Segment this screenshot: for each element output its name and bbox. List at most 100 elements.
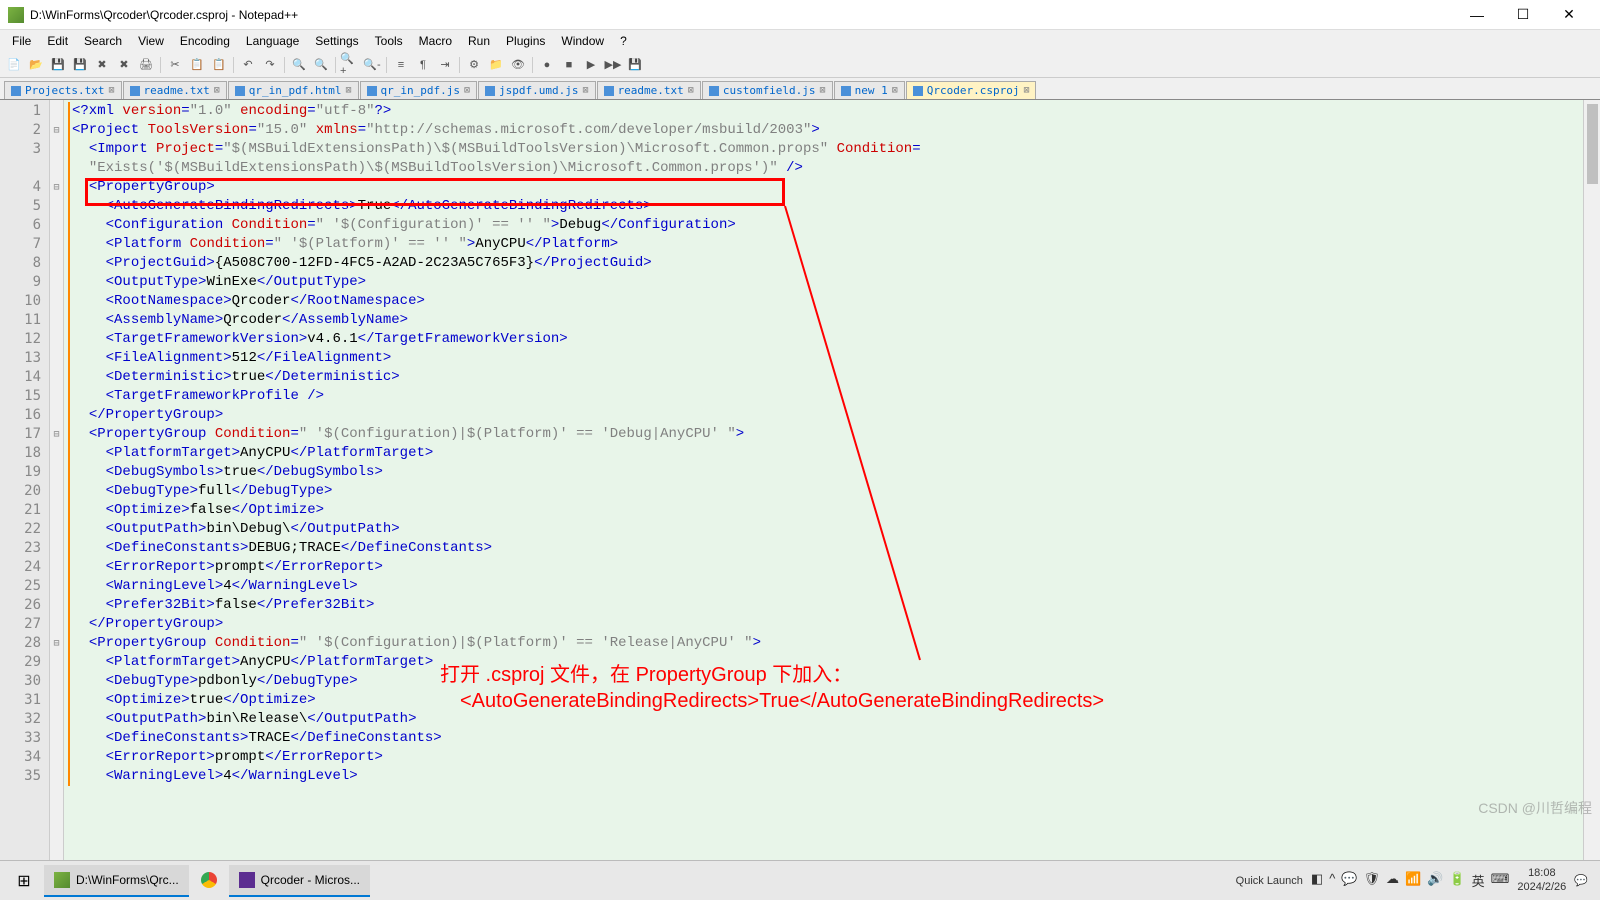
tab-close-icon[interactable]: ⊠ <box>108 85 114 96</box>
new-file-icon[interactable]: 📄 <box>4 55 24 75</box>
save-all-icon[interactable]: 💾 <box>70 55 90 75</box>
file-icon <box>485 86 495 96</box>
minimize-button[interactable]: — <box>1454 0 1500 30</box>
file-tab[interactable]: customfield.js⊠ <box>702 81 833 99</box>
file-tab[interactable]: readme.txt⊠ <box>597 81 701 99</box>
tab-close-icon[interactable]: ⊠ <box>346 85 352 96</box>
tray-volume-icon[interactable]: 🔊 <box>1427 871 1443 890</box>
menu-edit[interactable]: Edit <box>39 32 76 50</box>
vertical-scrollbar[interactable] <box>1583 100 1600 860</box>
indent-guide-icon[interactable]: ⇥ <box>435 55 455 75</box>
fold-column[interactable]: ⊟⊟⊟⊟ <box>50 100 64 860</box>
file-tab[interactable]: Qrcoder.csproj⊠ <box>906 81 1037 99</box>
tray-network-icon[interactable]: 📶 <box>1405 871 1421 890</box>
file-tab[interactable]: qr_in_pdf.html⊠ <box>228 81 359 99</box>
file-tab[interactable]: new 1⊠ <box>834 81 905 99</box>
code-editor[interactable]: <?xml version="1.0" encoding="utf-8"?><P… <box>64 100 1583 860</box>
app-icon <box>8 7 24 23</box>
tray-shield-icon[interactable]: 🛡 <box>1364 871 1381 890</box>
open-file-icon[interactable]: 📂 <box>26 55 46 75</box>
play-multi-icon[interactable]: ▶▶ <box>603 55 623 75</box>
tab-close-icon[interactable]: ⊠ <box>892 85 898 96</box>
notepadpp-icon <box>54 872 70 888</box>
menu-language[interactable]: Language <box>238 32 307 50</box>
taskbar-item-chrome[interactable] <box>191 865 227 897</box>
menu-tools[interactable]: Tools <box>367 32 411 50</box>
tray-chevron-icon[interactable]: ^ <box>1329 871 1335 890</box>
stop-icon[interactable]: ■ <box>559 55 579 75</box>
file-icon <box>367 86 377 96</box>
copy-icon[interactable]: 📋 <box>187 55 207 75</box>
file-tab[interactable]: Projects.txt⊠ <box>4 81 122 99</box>
taskbar-item-vs[interactable]: Qrcoder - Micros... <box>229 865 370 897</box>
file-tab[interactable]: qr_in_pdf.js⊠ <box>360 81 478 99</box>
tab-close-icon[interactable]: ⊠ <box>214 85 220 96</box>
tab-close-icon[interactable]: ⊠ <box>820 85 826 96</box>
cut-icon[interactable]: ✂ <box>165 55 185 75</box>
folder-icon[interactable]: 📁 <box>486 55 506 75</box>
menu-plugins[interactable]: Plugins <box>498 32 553 50</box>
tray-wechat-icon[interactable]: 💬 <box>1341 871 1357 890</box>
tabbar: Projects.txt⊠readme.txt⊠qr_in_pdf.html⊠q… <box>0 78 1600 100</box>
function-list-icon[interactable]: ⚙ <box>464 55 484 75</box>
menu-run[interactable]: Run <box>460 32 498 50</box>
save-icon[interactable]: 💾 <box>48 55 68 75</box>
word-wrap-icon[interactable]: ≡ <box>391 55 411 75</box>
menu-search[interactable]: Search <box>76 32 130 50</box>
clock[interactable]: 18:08 2024/2/26 <box>1517 867 1566 893</box>
tab-close-icon[interactable]: ⊠ <box>1023 85 1029 96</box>
window-title: D:\WinForms\Qrcoder\Qrcoder.csproj - Not… <box>30 8 1454 22</box>
tab-close-icon[interactable]: ⊠ <box>688 85 694 96</box>
file-tab[interactable]: readme.txt⊠ <box>123 81 227 99</box>
replace-icon[interactable]: 🔍 <box>311 55 331 75</box>
tray-battery-icon[interactable]: 🔋 <box>1449 871 1465 890</box>
close-file-icon[interactable]: ✖ <box>92 55 112 75</box>
undo-icon[interactable]: ↶ <box>238 55 258 75</box>
menu-file[interactable]: File <box>4 32 39 50</box>
paste-icon[interactable]: 📋 <box>209 55 229 75</box>
play-icon[interactable]: ▶ <box>581 55 601 75</box>
quick-launch-label[interactable]: Quick Launch <box>1236 875 1303 887</box>
menubar: FileEditSearchViewEncodingLanguageSettin… <box>0 30 1600 52</box>
file-icon <box>235 86 245 96</box>
notification-icon[interactable]: 💬 <box>1574 874 1588 887</box>
editor-area: 1234567891011121314151617181920212223242… <box>0 100 1600 860</box>
visual-studio-icon <box>239 872 255 888</box>
titlebar: D:\WinForms\Qrcoder\Qrcoder.csproj - Not… <box>0 0 1600 30</box>
taskbar-item-notepadpp[interactable]: D:\WinForms\Qrc... <box>44 865 189 897</box>
redo-icon[interactable]: ↷ <box>260 55 280 75</box>
maximize-button[interactable]: ☐ <box>1500 0 1546 30</box>
tray-keyboard-icon[interactable]: ⌨ <box>1491 871 1510 890</box>
taskbar: ⊞ D:\WinForms\Qrc... Qrcoder - Micros...… <box>0 860 1600 900</box>
file-icon <box>841 86 851 96</box>
record-icon[interactable]: ● <box>537 55 557 75</box>
chrome-icon <box>201 872 217 888</box>
tab-close-icon[interactable]: ⊠ <box>583 85 589 96</box>
print-icon[interactable]: 🖨 <box>136 55 156 75</box>
save-macro-icon[interactable]: 💾 <box>625 55 645 75</box>
monitor-icon[interactable]: 👁 <box>508 55 528 75</box>
line-number-gutter: 1234567891011121314151617181920212223242… <box>0 100 50 860</box>
file-icon <box>130 86 140 96</box>
menu-view[interactable]: View <box>130 32 172 50</box>
menu-macro[interactable]: Macro <box>411 32 460 50</box>
close-all-icon[interactable]: ✖ <box>114 55 134 75</box>
tab-close-icon[interactable]: ⊠ <box>464 85 470 96</box>
tray-icon[interactable]: ◧ <box>1311 871 1323 890</box>
system-tray: Quick Launch ◧ ^ 💬 🛡 ☁ 📶 🔊 🔋 英 ⌨ 18:08 2… <box>1236 867 1596 893</box>
show-chars-icon[interactable]: ¶ <box>413 55 433 75</box>
menu-encoding[interactable]: Encoding <box>172 32 238 50</box>
zoom-out-icon[interactable]: 🔍- <box>362 55 382 75</box>
menu-settings[interactable]: Settings <box>307 32 366 50</box>
close-button[interactable]: ✕ <box>1546 0 1592 30</box>
menu-window[interactable]: Window <box>553 32 612 50</box>
find-icon[interactable]: 🔍 <box>289 55 309 75</box>
file-icon <box>709 86 719 96</box>
file-icon <box>11 86 21 96</box>
menu-?[interactable]: ? <box>612 32 635 50</box>
start-button[interactable]: ⊞ <box>4 865 44 897</box>
ime-indicator[interactable]: 英 <box>1472 871 1485 890</box>
file-tab[interactable]: jspdf.umd.js⊠ <box>478 81 596 99</box>
tray-cloud-icon[interactable]: ☁ <box>1386 871 1399 890</box>
zoom-in-icon[interactable]: 🔍+ <box>340 55 360 75</box>
